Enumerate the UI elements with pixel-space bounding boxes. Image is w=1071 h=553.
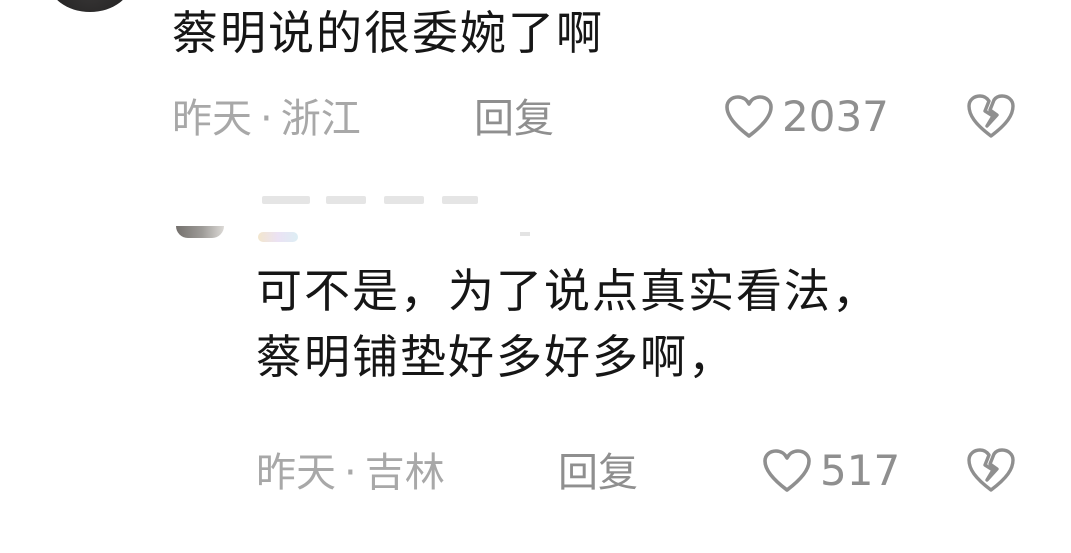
username-obscured xyxy=(262,182,502,204)
heart-outline-icon xyxy=(763,449,811,492)
comment-line: 蔡明铺垫好多好多啊， xyxy=(256,330,736,384)
like-button[interactable]: 517 xyxy=(762,446,900,496)
avatar[interactable] xyxy=(176,226,224,238)
divider xyxy=(520,232,530,236)
like-count: 2037 xyxy=(782,92,889,141)
broken-heart-icon xyxy=(967,94,1015,138)
meta-separator: · xyxy=(260,96,273,142)
comment-text: 可不是，为了说点真实看法， 蔡明铺垫好多好多啊， xyxy=(256,258,880,390)
comment-location: 吉林 xyxy=(364,450,445,496)
broken-heart-icon xyxy=(967,448,1015,492)
comment-meta: 昨天 · 浙江 xyxy=(172,94,361,144)
comment-time: 昨天 xyxy=(256,450,336,496)
comment-line: 可不是，为了说点真实看法， xyxy=(256,264,880,318)
comment-location: 浙江 xyxy=(280,96,361,142)
like-count: 517 xyxy=(820,446,901,495)
meta-separator: · xyxy=(344,450,357,496)
heart-outline-icon xyxy=(725,95,773,138)
reply-button[interactable]: 回复 xyxy=(474,94,554,144)
reply-button[interactable]: 回复 xyxy=(558,448,638,498)
comment-meta: 昨天 · 吉林 xyxy=(256,448,445,498)
comment-text: 蔡明说的很委婉了啊 xyxy=(172,0,604,66)
dislike-button[interactable] xyxy=(966,446,1016,494)
like-button[interactable]: 2037 xyxy=(724,92,889,142)
avatar[interactable] xyxy=(48,0,132,12)
dislike-button[interactable] xyxy=(966,92,1016,140)
comment-time: 昨天 xyxy=(172,96,252,142)
user-badge xyxy=(258,232,298,242)
comment-line: 蔡明说的很委婉了啊 xyxy=(172,6,604,60)
